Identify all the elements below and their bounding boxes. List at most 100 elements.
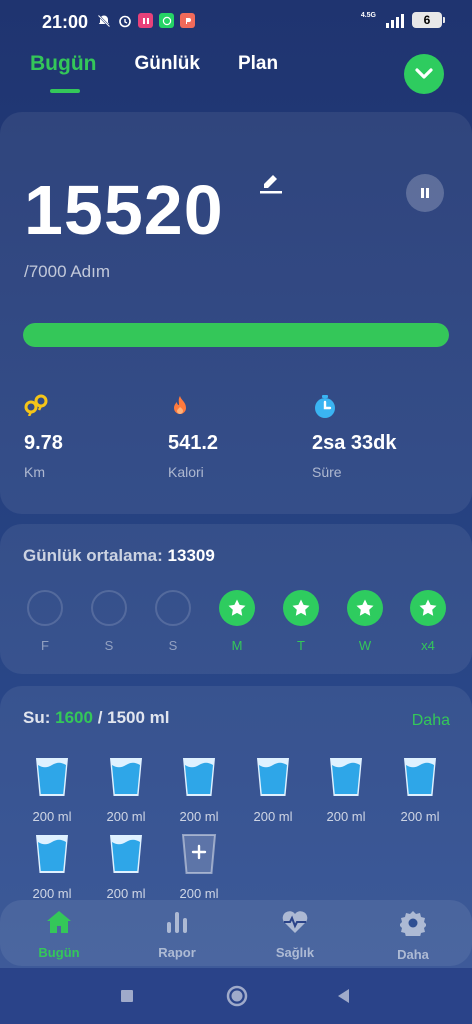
dropdown-button[interactable] xyxy=(404,54,444,94)
water-glass-filled[interactable]: 200 ml xyxy=(316,756,376,824)
home-icon xyxy=(47,911,71,933)
day-empty-circle xyxy=(155,590,191,626)
daily-average-title: Günlük ortalama: 13309 xyxy=(23,546,215,566)
water-more-link[interactable]: Daha xyxy=(412,712,450,730)
day-0: F xyxy=(25,590,65,653)
day-empty-circle xyxy=(91,590,127,626)
water-glass-icon xyxy=(330,758,362,796)
stat-calories-value: 541.2 xyxy=(168,432,219,454)
tab-today[interactable]: Bugün xyxy=(30,52,96,93)
water-glass-label: 200 ml xyxy=(400,809,440,824)
day-5: W xyxy=(345,590,385,653)
water-glass-filled[interactable]: 200 ml xyxy=(243,756,303,824)
day-3: M xyxy=(217,590,257,653)
water-glass-filled[interactable]: 200 ml xyxy=(96,756,156,824)
water-glass-filled[interactable]: 200 ml xyxy=(390,756,450,824)
pause-button[interactable] xyxy=(406,174,444,212)
steps-card: 15520 /7000 Adım 9.78 Km 541.2 Kalori 2s… xyxy=(0,112,472,514)
day-label: S xyxy=(104,638,114,653)
nav-more-label: Daha xyxy=(397,947,429,962)
heart-pulse-icon xyxy=(282,911,308,933)
pause-icon xyxy=(421,188,429,198)
signal-icon xyxy=(386,12,404,28)
water-title: Su: 1600 / 1500 ml xyxy=(23,708,170,728)
distance-icon xyxy=(24,394,48,417)
shopping-app-icon xyxy=(180,13,195,28)
star-icon xyxy=(292,599,310,616)
day-complete-circle xyxy=(410,590,446,626)
stat-duration: 2sa 33dk Süre xyxy=(312,394,397,480)
day-1: S xyxy=(89,590,129,653)
water-glass-icon xyxy=(110,835,142,873)
daily-average-card: Günlük ortalama: 13309 F S S M T Wx4 xyxy=(0,524,472,674)
nav-today[interactable]: Bugün xyxy=(19,910,99,960)
nav-report[interactable]: Rapor xyxy=(137,910,217,960)
status-system-icons: 4.5G 6 xyxy=(360,12,445,28)
water-glass-icon xyxy=(36,758,68,796)
stat-distance-label: Km xyxy=(24,464,45,480)
day-4: T xyxy=(281,590,321,653)
water-glass-label: 200 ml xyxy=(106,886,146,901)
water-glass-filled[interactable]: 200 ml xyxy=(22,756,82,824)
water-glass-label: 200 ml xyxy=(32,809,72,824)
water-goal: / 1500 ml xyxy=(97,708,170,727)
day-label: M xyxy=(231,638,243,653)
battery-icon: 6 xyxy=(412,12,445,28)
day-label: x4 xyxy=(421,638,435,653)
nav-today-label: Bugün xyxy=(38,945,80,960)
day-complete-circle xyxy=(219,590,255,626)
water-glass-add[interactable]: 200 ml xyxy=(169,833,229,901)
day-label: F xyxy=(41,638,49,653)
square-icon xyxy=(121,990,133,1002)
day-empty-circle xyxy=(27,590,63,626)
alarm-clock-icon xyxy=(117,13,132,28)
day-label: S xyxy=(168,638,178,653)
back-button[interactable] xyxy=(335,987,351,1010)
step-goal: /7000 Adım xyxy=(24,262,111,281)
muted-bell-icon xyxy=(96,13,111,28)
daily-average-label: Günlük ortalama: xyxy=(23,546,163,565)
water-glass-filled[interactable]: 200 ml xyxy=(96,833,156,901)
day-complete-circle xyxy=(283,590,319,626)
water-glass-filled[interactable]: 200 ml xyxy=(169,756,229,824)
battery-level: 6 xyxy=(423,13,431,27)
edit-pencil-icon[interactable] xyxy=(258,168,284,194)
day-label: W xyxy=(358,638,372,653)
stat-distance-value: 9.78 xyxy=(24,432,63,454)
step-progress-fill xyxy=(23,323,449,347)
chevron-down-icon xyxy=(415,68,433,79)
back-triangle-icon xyxy=(338,989,349,1003)
day-2: S xyxy=(153,590,193,653)
recent-apps-button[interactable] xyxy=(120,989,134,1008)
top-tabs: Bugün Günlük Plan xyxy=(30,52,278,93)
step-count: 15520 xyxy=(24,171,224,249)
status-time: 21:00 xyxy=(42,12,89,32)
network-type: 4.5G xyxy=(360,12,376,19)
nav-report-label: Rapor xyxy=(158,945,196,960)
nav-more[interactable]: Daha xyxy=(373,910,453,962)
home-button[interactable] xyxy=(226,985,248,1012)
water-value: 1600 xyxy=(55,708,93,727)
nav-health[interactable]: Sağlık xyxy=(255,910,335,960)
bar-chart-icon xyxy=(167,912,187,933)
daily-average-value: 13309 xyxy=(167,546,215,565)
day-complete-circle xyxy=(347,590,383,626)
step-progress-bar xyxy=(23,323,449,347)
gear-icon xyxy=(399,911,427,939)
tab-daily[interactable]: Günlük xyxy=(134,53,199,75)
star-icon xyxy=(356,599,374,616)
water-glass-icon xyxy=(183,758,215,796)
tab-plan[interactable]: Plan xyxy=(238,53,278,75)
app-notification-icon xyxy=(138,13,153,28)
day-6: x4 xyxy=(408,590,448,653)
water-glass-label: 200 ml xyxy=(179,886,219,901)
star-icon xyxy=(228,599,246,616)
day-label: T xyxy=(297,638,305,653)
water-glass-icon xyxy=(110,758,142,796)
water-glass-filled[interactable]: 200 ml xyxy=(22,833,82,901)
circle-home-icon xyxy=(226,985,248,1007)
status-notification-icons xyxy=(96,13,195,28)
stat-duration-label: Süre xyxy=(312,464,342,480)
water-glass-label: 200 ml xyxy=(253,809,293,824)
stat-distance: 9.78 Km xyxy=(24,394,63,480)
